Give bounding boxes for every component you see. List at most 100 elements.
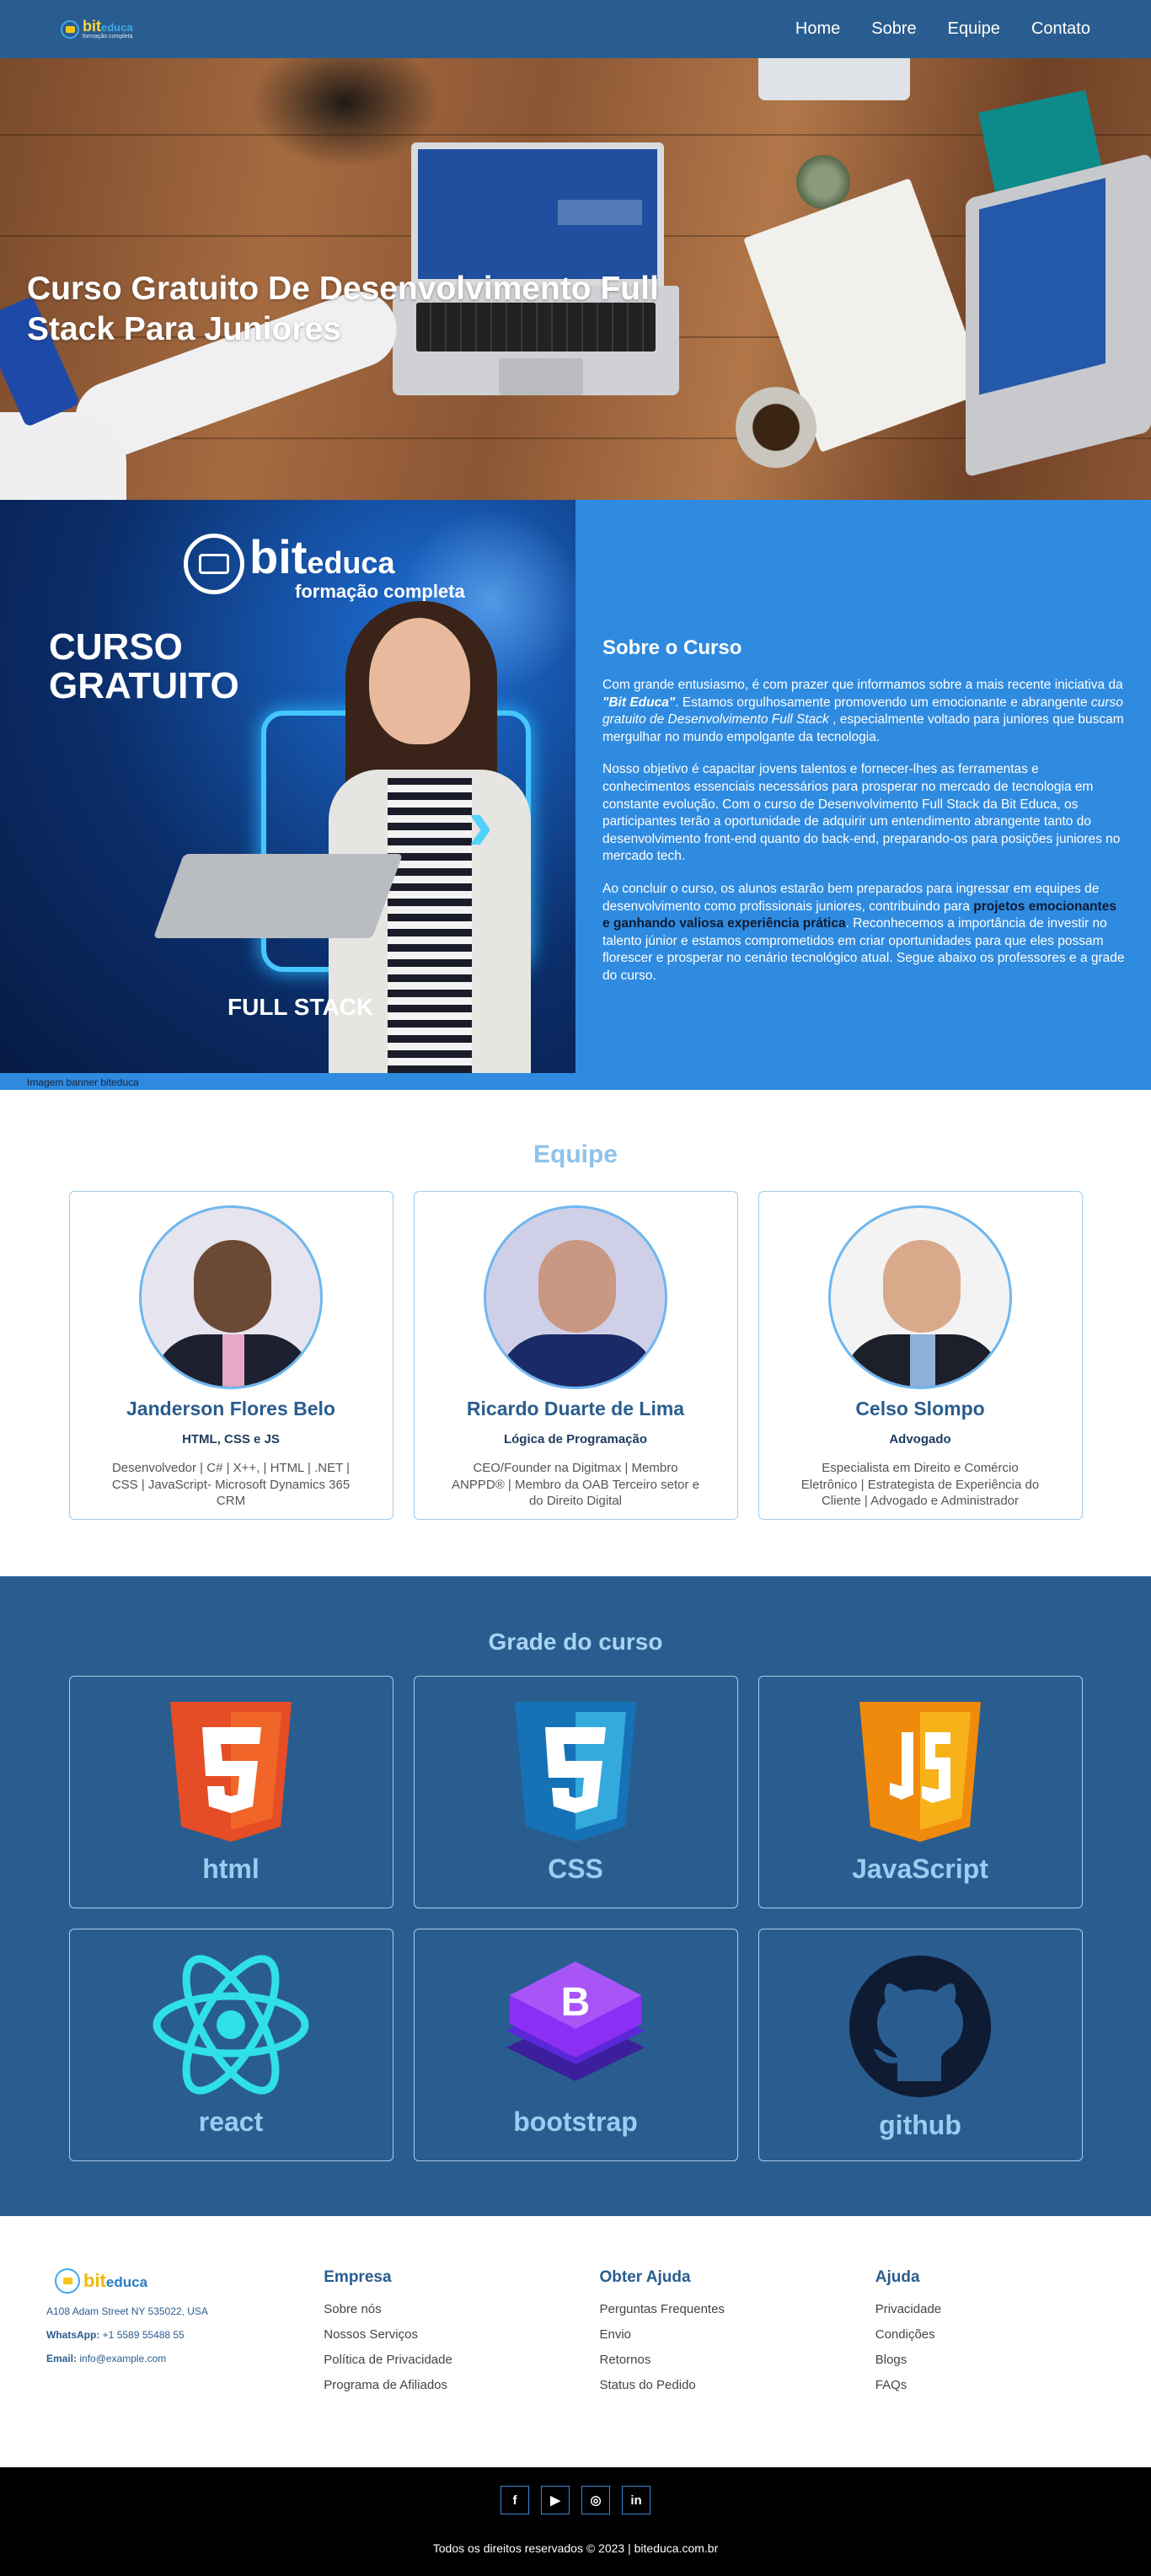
footer-column-ajuda: Ajuda Privacidade Condições Blogs FAQs [875, 2268, 1151, 2467]
footer-link[interactable]: Política de Privacidade [324, 2353, 599, 2367]
member-description: CEO/Founder na Digitmax | Membro ANPPD® … [452, 1461, 699, 1508]
team-card: Ricardo Duarte de Lima Lógica de Program… [413, 1191, 738, 1520]
footer-link[interactable]: FAQs [875, 2378, 1151, 2392]
hero-laptop-right [966, 153, 1151, 478]
footer-link[interactable]: Perguntas Frequentes [600, 2302, 875, 2316]
html5-icon [170, 1702, 292, 1842]
footer-company-info: biteduca A108 Adam Street NY 535022, USA… [46, 2268, 324, 2467]
social-links: f ▶ ◎ in [0, 2486, 1151, 2514]
footer-link[interactable]: Blogs [875, 2353, 1151, 2367]
team-section: Equipe Janderson Flores Belo HTML, CSS e… [0, 1090, 1151, 1576]
logo-tagline: formação completa [83, 34, 133, 40]
team-title: Equipe [533, 1140, 618, 1168]
footer-link[interactable]: Privacidade [875, 2302, 1151, 2316]
youtube-icon[interactable]: ▶ [541, 2486, 570, 2514]
footer-address: A108 Adam Street NY 535022, USA [46, 2305, 208, 2317]
footer-link[interactable]: Nossos Serviços [324, 2327, 599, 2342]
instagram-icon[interactable]: ◎ [581, 2486, 610, 2514]
curriculum-item-react: react [68, 1929, 393, 2161]
nav-link-home[interactable]: Home [795, 19, 840, 39]
curriculum-label: html [202, 1854, 260, 1884]
about-paragraph-1: Com grande entusiasmo, é com prazer que … [602, 677, 1124, 744]
curriculum-label: github [879, 2110, 961, 2140]
footer-link[interactable]: Retornos [600, 2353, 875, 2367]
footer-column-empresa: Empresa Sobre nós Nossos Serviços Políti… [324, 2268, 599, 2467]
avatar [484, 1205, 667, 1389]
navbar: biteduca formação completa Home Sobre Eq… [0, 0, 1151, 58]
avatar [139, 1205, 323, 1389]
about-title: Sobre o Curso [602, 636, 742, 659]
banner-chevron-icon: › [468, 782, 493, 867]
curriculum-item-github: github [758, 1929, 1083, 2161]
footer: biteduca A108 Adam Street NY 535022, USA… [0, 2216, 1151, 2467]
course-banner-image: biteduca formação completa CURSO GRATUIT… [0, 500, 576, 1073]
team-card: Celso Slompo Advogado Especialista em Di… [758, 1191, 1083, 1520]
member-description: Especialista em Direito e Comércio Eletr… [800, 1461, 1040, 1508]
member-description: Desenvolvedor | C# | X++, | HTML | .NET … [111, 1461, 351, 1508]
nav-link-equipe[interactable]: Equipe [948, 19, 1000, 39]
hero-title: Curso Gratuito De Desenvolvimento Full S… [27, 271, 659, 347]
banner-caption: Imagem banner biteduca [27, 1076, 139, 1088]
footer-email: Email: info@example.com [46, 2353, 167, 2364]
hero-tablet [758, 58, 910, 100]
banner-logo-icon [184, 534, 244, 594]
footer-column-obter-ajuda: Obter Ajuda Perguntas Frequentes Envio R… [600, 2268, 875, 2467]
footer-logo[interactable]: biteduca [55, 2268, 324, 2294]
member-name: Ricardo Duarte de Lima [466, 1398, 685, 1419]
hero: Curso Gratuito De Desenvolvimento Full S… [0, 58, 1151, 500]
github-icon [849, 1956, 991, 2097]
about-paragraph-2: Nosso objetivo é capacitar jovens talent… [602, 762, 1121, 864]
about-text: Sobre o Curso Com grande entusiasmo, é c… [602, 635, 1125, 1001]
css3-icon [515, 1702, 636, 1842]
about-section: biteduca formação completa CURSO GRATUIT… [0, 500, 1151, 1090]
banner-brand-suffix: educa [307, 545, 395, 580]
curriculum-label: CSS [548, 1854, 603, 1884]
banner-tagline: formação completa [295, 581, 465, 602]
curriculum-item-html: html [68, 1676, 393, 1908]
footer-whatsapp: WhatsApp: +1 5589 55488 55 [46, 2329, 185, 2341]
footer-link[interactable]: Envio [600, 2327, 875, 2342]
copyright: Todos os direitos reservados © 2023 | bi… [432, 2541, 719, 2555]
team-card: Janderson Flores Belo HTML, CSS e JS Des… [68, 1191, 393, 1520]
avatar [828, 1205, 1012, 1389]
hero-sleeve [0, 412, 126, 500]
nav-menu: Home Sobre Equipe Contato [795, 19, 1090, 39]
logo-icon [61, 19, 79, 39]
member-name: Janderson Flores Belo [126, 1398, 335, 1419]
bottom-bar: f ▶ ◎ in Todos os direitos reservados © … [0, 2467, 1151, 2576]
curriculum-label: bootstrap [513, 2106, 638, 2137]
logo-icon [55, 2268, 80, 2294]
nav-link-sobre[interactable]: Sobre [871, 19, 916, 39]
react-icon [153, 1955, 309, 2095]
facebook-icon[interactable]: f [501, 2486, 529, 2514]
footer-link[interactable]: Sobre nós [324, 2302, 599, 2316]
js-icon [859, 1702, 981, 1842]
team-cards: Janderson Flores Belo HTML, CSS e JS Des… [0, 1191, 1151, 1520]
member-name: Celso Slompo [855, 1398, 985, 1419]
footer-link[interactable]: Status do Pedido [600, 2378, 875, 2392]
curriculum-section: Grade do curso html CSS JavaScript react… [0, 1576, 1151, 2216]
footer-link[interactable]: Programa de Afiliados [324, 2378, 599, 2392]
curriculum-label: JavaScript [852, 1854, 988, 1884]
about-paragraph-3: Ao concluir o curso, os alunos estarão b… [602, 882, 1125, 984]
curriculum-item-bootstrap: B bootstrap [413, 1929, 738, 2161]
curriculum-title: Grade do curso [488, 1629, 663, 1655]
curriculum-label: react [198, 2106, 264, 2137]
footer-link[interactable]: Condições [875, 2327, 1151, 2342]
member-role: Lógica de Programação [503, 1432, 648, 1446]
nav-link-contato[interactable]: Contato [1031, 19, 1090, 39]
footer-column-title: Empresa [324, 2268, 392, 2286]
member-role: HTML, CSS e JS [182, 1432, 280, 1446]
footer-column-title: Obter Ajuda [599, 2268, 691, 2286]
curriculum-item-css: CSS [413, 1676, 738, 1908]
hero-coffee-cup [736, 387, 816, 468]
linkedin-icon[interactable]: in [622, 2486, 650, 2514]
banner-footer-text: FULL STACK [228, 994, 374, 1020]
banner-brand: bit [249, 530, 308, 583]
logo-brand: bit [83, 18, 101, 35]
member-role: Advogado [889, 1432, 951, 1446]
site-logo[interactable]: biteduca formação completa [61, 19, 133, 40]
logo-brand-suffix: educa [101, 21, 133, 34]
curriculum-item-javascript: JavaScript [758, 1676, 1083, 1908]
footer-column-title: Ajuda [875, 2268, 920, 2286]
